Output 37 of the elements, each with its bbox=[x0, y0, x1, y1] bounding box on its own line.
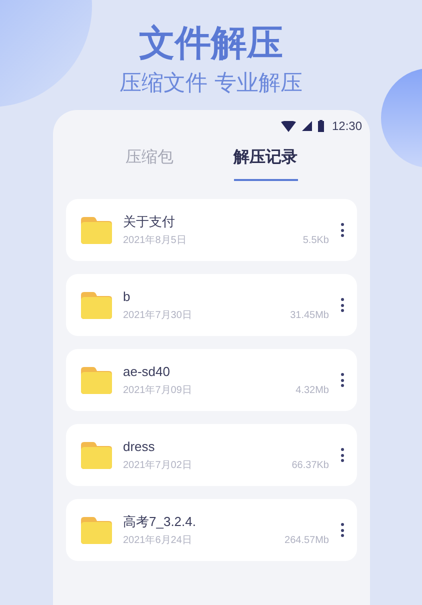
file-name: 关于支付 bbox=[123, 212, 175, 230]
file-date: 2021年6月24日 bbox=[123, 534, 192, 548]
page-subtitle: 压缩文件 专业解压 bbox=[120, 70, 302, 98]
more-icon[interactable] bbox=[339, 223, 345, 237]
file-card[interactable]: dress 2021年7月02日 66.37Kb bbox=[66, 424, 357, 486]
file-size: 66.37Kb bbox=[292, 458, 329, 472]
file-card[interactable]: 高考7_3.2.4. 2021年6月24日 264.57Mb bbox=[66, 499, 357, 561]
folder-icon bbox=[81, 516, 112, 544]
page-title: 文件解压 bbox=[139, 22, 283, 66]
file-size: 4.32Mb bbox=[296, 384, 329, 398]
file-date: 2021年7月02日 bbox=[123, 458, 192, 472]
battery-icon bbox=[318, 120, 324, 132]
tab[interactable]: 解压记录 bbox=[234, 145, 298, 181]
file-date: 2021年7月09日 bbox=[123, 384, 192, 398]
file-name: b bbox=[123, 288, 130, 306]
folder-icon bbox=[81, 366, 112, 394]
file-card[interactable]: ae-sd40 2021年7月09日 4.32Mb bbox=[66, 349, 357, 411]
folder-icon bbox=[81, 216, 112, 244]
file-card[interactable]: 关于支付 2021年8月5日 5.5Kb bbox=[66, 199, 357, 261]
folder-icon bbox=[81, 442, 112, 468]
file-name: dress bbox=[123, 438, 155, 456]
folder-icon bbox=[81, 292, 112, 318]
file-size: 264.57Mb bbox=[284, 534, 329, 548]
more-icon[interactable] bbox=[339, 373, 345, 387]
signal-icon bbox=[302, 121, 312, 131]
file-card[interactable]: b 2021年7月30日 31.45Mb bbox=[66, 274, 357, 336]
more-icon[interactable] bbox=[339, 298, 345, 312]
file-date: 2021年7月30日 bbox=[123, 308, 192, 322]
more-icon[interactable] bbox=[339, 448, 345, 462]
file-name: 高考7_3.2.4. bbox=[123, 512, 196, 530]
file-date: 2021年8月5日 bbox=[123, 234, 186, 248]
file-name: ae-sd40 bbox=[123, 362, 170, 380]
status-time: 12:30 bbox=[332, 118, 362, 135]
more-icon[interactable] bbox=[339, 523, 345, 537]
wifi-icon bbox=[280, 120, 296, 132]
file-size: 5.5Kb bbox=[302, 234, 329, 248]
file-size: 31.45Mb bbox=[290, 308, 329, 322]
